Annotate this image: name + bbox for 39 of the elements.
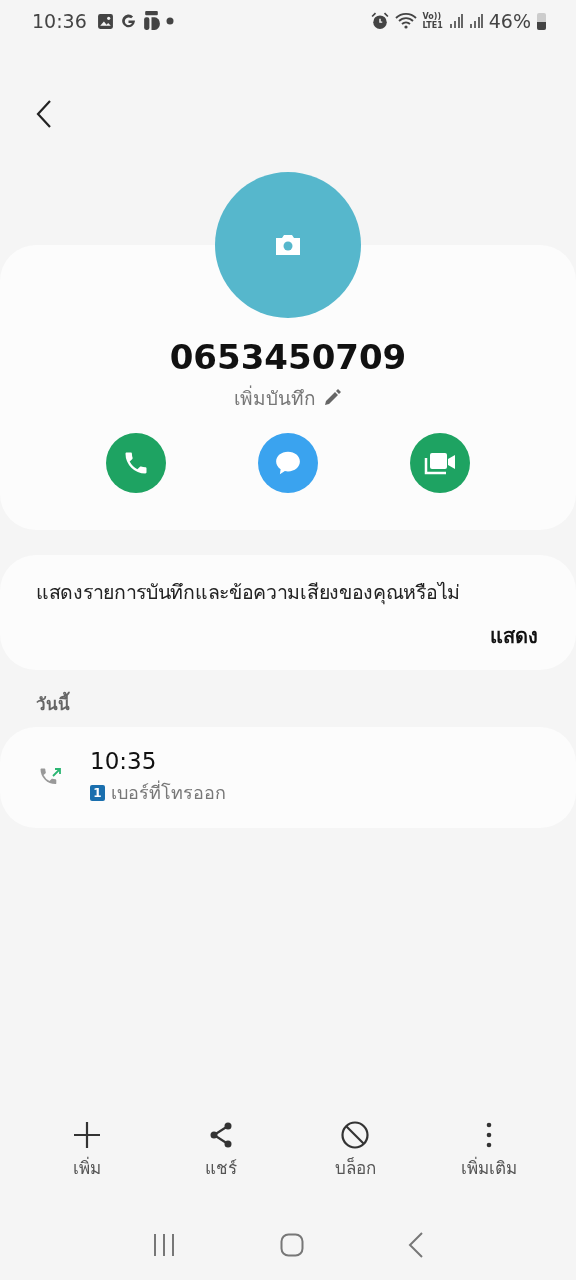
add-button[interactable]: เพิ่ม: [32, 1120, 142, 1210]
recent-apps-button[interactable]: [152, 1233, 176, 1257]
show-button[interactable]: แสดง: [490, 620, 538, 652]
pencil-icon: [322, 388, 342, 408]
sim-badge: 1: [90, 784, 105, 801]
call-type: เบอร์ที่โทรออก: [111, 779, 226, 805]
message-button[interactable]: [258, 433, 318, 493]
block-button[interactable]: บล็อก: [300, 1120, 410, 1210]
block-icon: [340, 1120, 370, 1150]
section-header: วันนี้: [0, 670, 576, 727]
status-time: 10:36: [32, 10, 87, 32]
phone-number: 0653450709: [169, 337, 407, 377]
call-time: 10:35: [90, 748, 158, 774]
alarm-icon: [370, 12, 389, 30]
video-call-button[interactable]: [410, 433, 470, 493]
app-logo-icon: [142, 11, 160, 31]
signal-icon: [468, 13, 483, 29]
signal-icon: [448, 13, 463, 29]
wifi-icon: [394, 12, 417, 30]
dot-icon: [165, 17, 174, 25]
video-camera-icon: [423, 450, 457, 476]
share-button[interactable]: แชร์: [166, 1120, 276, 1210]
google-icon: [119, 12, 137, 30]
plus-icon: [72, 1120, 102, 1150]
more-options-icon: [486, 1120, 492, 1150]
network-label: Vo)): [422, 12, 442, 21]
home-button[interactable]: [280, 1233, 304, 1257]
battery-icon: [537, 12, 546, 30]
camera-icon: [273, 233, 303, 257]
gallery-icon: [96, 12, 114, 30]
back-nav-button[interactable]: [408, 1232, 424, 1258]
back-button[interactable]: [34, 99, 54, 129]
network-label: LTE1: [422, 21, 443, 30]
more-button[interactable]: เพิ่มเติม: [434, 1120, 544, 1210]
call-button[interactable]: [106, 433, 166, 493]
battery-percent: 46%: [488, 10, 531, 32]
add-note-button[interactable]: เพิ่มบันทึก: [234, 383, 342, 413]
call-log-item[interactable]: 10:35 1 เบอร์ที่โทรออก: [0, 727, 576, 828]
voicemail-prompt: แสดงรายการบันทึกและข้อความเสียงของคุณหรือไม่: [36, 580, 461, 607]
